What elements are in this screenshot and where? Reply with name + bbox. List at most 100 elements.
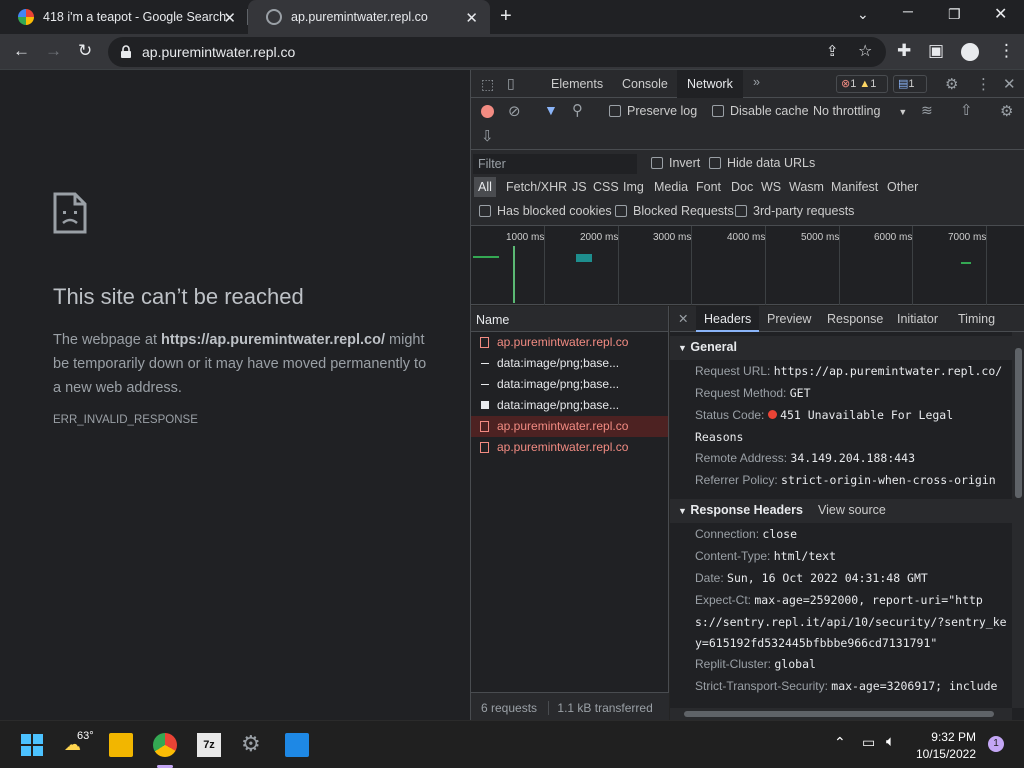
network-conditions-icon[interactable]: ≋	[921, 102, 933, 119]
new-tab-icon[interactable]: +	[500, 5, 512, 28]
error-count: 1	[850, 78, 857, 90]
search-icon[interactable]: ⚲	[572, 101, 583, 119]
hide-data-urls-label: Hide data URLs	[727, 156, 816, 170]
network-monitor-icon[interactable]: ▭	[862, 734, 875, 751]
network-settings-icon[interactable]: ⚙	[1000, 102, 1013, 120]
filter-type-wasm[interactable]: Wasm	[789, 180, 824, 194]
request-name: ap.puremintwater.repl.co	[497, 335, 629, 349]
header-value: https://ap.puremintwater.repl.co/	[773, 364, 1003, 378]
restore-icon[interactable]: ❐	[948, 6, 961, 23]
back-arrow-icon[interactable]: ←	[13, 42, 30, 60]
throttling-select[interactable]: No throttling ▼	[813, 104, 907, 118]
detail-tab-response[interactable]: Response	[827, 312, 883, 326]
filter-type-other[interactable]: Other	[887, 180, 918, 194]
general-section-header[interactable]: ▼ General	[670, 336, 1012, 360]
messages-badge[interactable]: ▤1	[893, 75, 927, 93]
filter-input[interactable]: Filter	[473, 154, 637, 174]
blocked-requests-checkbox[interactable]: Blocked Requests	[615, 204, 734, 218]
extensions-icon[interactable]: ✚	[897, 42, 911, 60]
notification-badge[interactable]: 1	[988, 736, 1004, 752]
issues-badge[interactable]: ⊗1 ▲1	[836, 75, 888, 93]
close-detail-icon[interactable]: ✕	[678, 311, 688, 326]
tab-active-site[interactable]: ap.puremintwater.repl.co ✕	[248, 0, 490, 34]
column-header-name[interactable]: Name	[471, 306, 668, 332]
tray-chevron-up-icon[interactable]: ⌃	[834, 734, 846, 751]
hide-data-urls-checkbox[interactable]: Hide data URLs	[709, 156, 815, 170]
forward-arrow-icon[interactable]: →	[45, 42, 62, 60]
side-panel-icon[interactable]: ▣	[928, 42, 944, 60]
detail-tab-initiator[interactable]: Initiator	[897, 312, 938, 326]
chevron-down-icon[interactable]: ⌄	[857, 6, 869, 23]
menu-kebab-icon[interactable]: ⋮	[998, 42, 1015, 60]
detail-tab-timing[interactable]: Timing	[958, 312, 995, 326]
scrollbar-thumb[interactable]	[684, 711, 994, 717]
filter-funnel-icon[interactable]: ▼	[544, 102, 558, 118]
more-tabs-icon[interactable]: »	[753, 75, 760, 89]
file-explorer-icon[interactable]	[109, 733, 133, 757]
tab-network[interactable]: Network	[677, 70, 743, 98]
request-row[interactable]: data:image/png;base...	[471, 374, 668, 395]
windows-start-icon[interactable]	[20, 733, 44, 757]
profile-avatar[interactable]	[961, 43, 979, 61]
close-icon[interactable]: ✕	[223, 9, 236, 27]
bookmark-star-icon[interactable]: ☆	[858, 41, 872, 61]
filter-type-fetch[interactable]: Fetch/XHR	[506, 180, 567, 194]
7zip-icon[interactable]: 7z	[197, 733, 221, 757]
disable-cache-checkbox[interactable]: Disable cache	[712, 104, 809, 118]
detail-tab-headers[interactable]: Headers	[696, 306, 760, 332]
response-headers-section-header[interactable]: ▼ Response Headers View source	[670, 499, 1012, 523]
request-row[interactable]: ap.puremintwater.repl.co	[471, 416, 668, 437]
detail-tab-preview[interactable]: Preview	[767, 312, 811, 326]
system-clock[interactable]: 9:32 PM 10/15/2022	[916, 729, 976, 763]
mail-icon[interactable]	[285, 733, 309, 757]
horizontal-scrollbar[interactable]	[670, 708, 1012, 720]
blocked-cookies-checkbox[interactable]: Has blocked cookies	[479, 204, 612, 218]
close-devtools-icon[interactable]: ✕	[1003, 75, 1016, 93]
filter-type-manifest[interactable]: Manifest	[831, 180, 878, 194]
checkbox-box	[615, 205, 627, 217]
scrollbar-thumb[interactable]	[1015, 348, 1022, 498]
clear-icon[interactable]: ⊘	[508, 102, 521, 120]
error-code: ERR_INVALID_RESPONSE	[53, 414, 198, 426]
filter-type-media[interactable]: Media	[654, 180, 688, 194]
record-icon[interactable]	[481, 105, 494, 118]
filter-type-font[interactable]: Font	[696, 180, 721, 194]
export-har-icon[interactable]: ⇩	[481, 127, 494, 145]
tab-elements[interactable]: Elements	[551, 77, 603, 91]
filter-type-js[interactable]: JS	[572, 180, 587, 194]
network-timeline-overview[interactable]: 1000 ms 2000 ms 3000 ms 4000 ms 5000 ms …	[471, 226, 1024, 305]
share-icon[interactable]: ⇪	[826, 42, 839, 60]
inspect-element-icon[interactable]: ⬚	[481, 76, 494, 93]
request-row[interactable]: ap.puremintwater.repl.co	[471, 437, 668, 458]
tab-title: ap.puremintwater.repl.co	[291, 10, 428, 24]
device-toolbar-icon[interactable]: ▯	[507, 75, 515, 92]
minimize-icon[interactable]: ─	[903, 3, 913, 19]
tab-google-search[interactable]: 418 i'm a teapot - Google Search ✕	[0, 0, 248, 34]
filter-type-ws[interactable]: WS	[761, 180, 781, 194]
invert-checkbox[interactable]: Invert	[651, 156, 700, 170]
reload-icon[interactable]: ↻	[78, 42, 92, 60]
document-icon	[480, 421, 489, 432]
window-close-icon[interactable]: ✕	[994, 4, 1007, 24]
address-bar[interactable]: ap.puremintwater.repl.co ⇪ ☆	[108, 37, 886, 67]
request-row[interactable]: ap.puremintwater.repl.co	[471, 332, 668, 353]
preserve-log-checkbox[interactable]: Preserve log	[609, 104, 697, 118]
filter-type-img[interactable]: Img	[623, 180, 644, 194]
vertical-scrollbar[interactable]	[1012, 332, 1024, 708]
filter-type-doc[interactable]: Doc	[731, 180, 753, 194]
view-source-link[interactable]: View source	[818, 503, 886, 517]
filter-type-css[interactable]: CSS	[593, 180, 619, 194]
tab-console[interactable]: Console	[622, 77, 668, 91]
devtools-menu-icon[interactable]: ⋮	[976, 75, 991, 93]
chrome-icon[interactable]	[153, 733, 177, 757]
settings-app-icon[interactable]: ⚙	[241, 731, 261, 757]
import-har-icon[interactable]: ⇧	[960, 101, 973, 119]
close-icon[interactable]: ✕	[465, 9, 478, 27]
third-party-checkbox[interactable]: 3rd-party requests	[735, 204, 854, 218]
filter-type-all[interactable]: All	[474, 177, 496, 197]
volume-icon[interactable]: 🔈︎	[886, 733, 895, 750]
request-name: ap.puremintwater.repl.co	[497, 419, 629, 433]
settings-gear-icon[interactable]: ⚙	[945, 75, 958, 93]
request-row[interactable]: data:image/png;base...	[471, 353, 668, 374]
request-row[interactable]: data:image/png;base...	[471, 395, 668, 416]
